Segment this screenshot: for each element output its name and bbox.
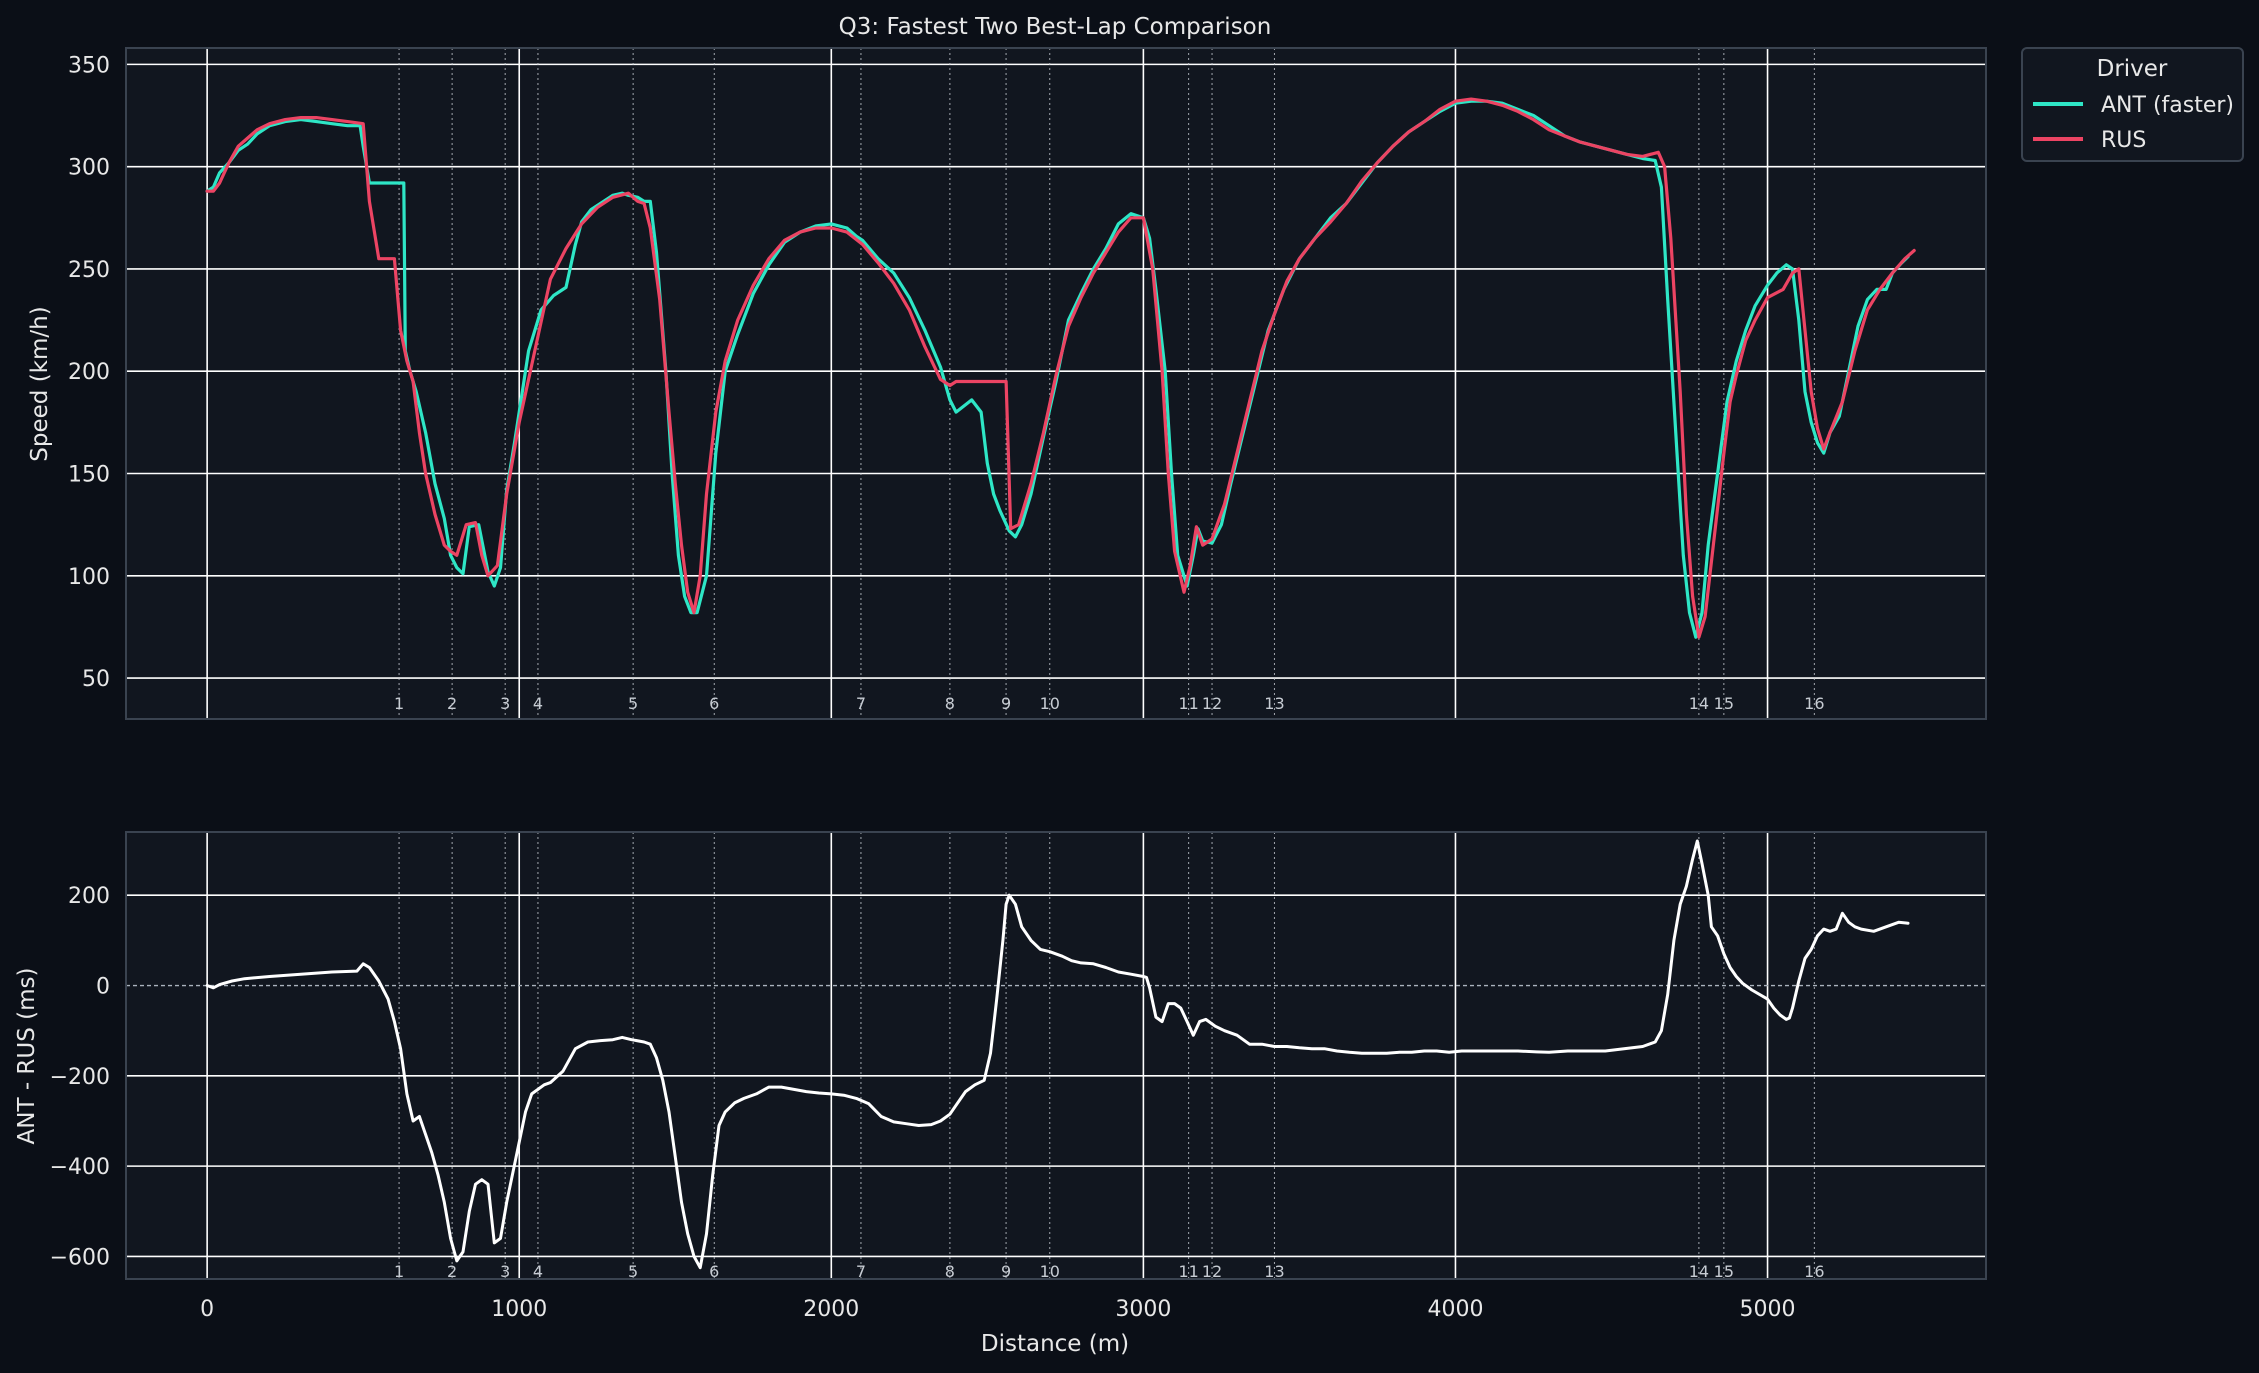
legend-title: Driver bbox=[2097, 56, 2168, 82]
speed-corner-label-15: 15 bbox=[1714, 694, 1734, 713]
speed-y-tick-label: 300 bbox=[68, 156, 110, 181]
speed-corner-label-4: 4 bbox=[533, 694, 543, 713]
speed-corner-label-14: 14 bbox=[1689, 694, 1709, 713]
delta-y-tick-label: −200 bbox=[50, 1065, 110, 1090]
speed-panel: 1 2 3 4 5 6 7 8 9 10 11 12 13 14 15 16 5010015020025030… bbox=[27, 47, 1987, 720]
delta-y-tick-label: −600 bbox=[50, 1245, 110, 1270]
speed-corner-label-2: 2 bbox=[447, 694, 457, 713]
x-tick-label: 2000 bbox=[803, 1297, 859, 1322]
speed-corner-label-8: 8 bbox=[945, 694, 955, 713]
speed-corner-label-13: 13 bbox=[1264, 694, 1284, 713]
speed-corner-label-11: 11 bbox=[1178, 694, 1198, 713]
delta-panel: 1 2 3 4 5 6 7 8 9 10 11 12 13 14 15 16 −600−400−2000200… bbox=[14, 831, 1987, 1357]
figure: Q3: Fastest Two Best-Lap Comparison 1234… bbox=[0, 0, 2259, 1373]
speed-y-tick-label: 150 bbox=[68, 463, 110, 488]
x-tick-label: 5000 bbox=[1740, 1297, 1796, 1322]
x-tick-label: 4000 bbox=[1427, 1297, 1483, 1322]
speed-corner-label-3: 3 bbox=[500, 694, 510, 713]
x-tick-label: 3000 bbox=[1115, 1297, 1171, 1322]
delta-y-tick-label: 0 bbox=[96, 975, 110, 1000]
speed-y-axis-label: Speed (km/h) bbox=[27, 306, 53, 461]
delta-y-axis-label: ANT - RUS (ms) bbox=[14, 968, 40, 1145]
speed-corner-label-16: 16 bbox=[1804, 694, 1824, 713]
legend: Driver ANT (faster) RUS bbox=[2021, 47, 2244, 162]
legend-label-ant: ANT (faster) bbox=[2101, 93, 2234, 118]
delta-y-tick-label: 200 bbox=[68, 884, 110, 909]
speed-y-tick-label: 250 bbox=[68, 258, 110, 283]
speed-corner-label-6: 6 bbox=[709, 694, 719, 713]
speed-corner-label-12: 12 bbox=[1202, 694, 1222, 713]
speed-y-tick-label: 50 bbox=[82, 667, 110, 692]
x-tick-label: 0 bbox=[200, 1297, 214, 1322]
chart-title: Q3: Fastest Two Best-Lap Comparison bbox=[839, 14, 1272, 40]
speed-corner-label-5: 5 bbox=[628, 694, 638, 713]
speed-corner-label-10: 10 bbox=[1040, 694, 1060, 713]
x-axis-label: Distance (m) bbox=[981, 1331, 1129, 1357]
speed-corner-label-7: 7 bbox=[856, 694, 866, 713]
delta-panel-background bbox=[126, 832, 1986, 1279]
legend-label-rus: RUS bbox=[2101, 128, 2146, 153]
speed-y-tick-label: 100 bbox=[68, 565, 110, 590]
speed-corner-label-1: 1 bbox=[394, 694, 404, 713]
speed-y-tick-label: 200 bbox=[68, 360, 110, 385]
speed-corner-label-9: 9 bbox=[1001, 694, 1011, 713]
speed-y-tick-label: 350 bbox=[68, 53, 110, 78]
delta-y-tick-label: −400 bbox=[50, 1155, 110, 1180]
x-tick-label: 1000 bbox=[491, 1297, 547, 1322]
